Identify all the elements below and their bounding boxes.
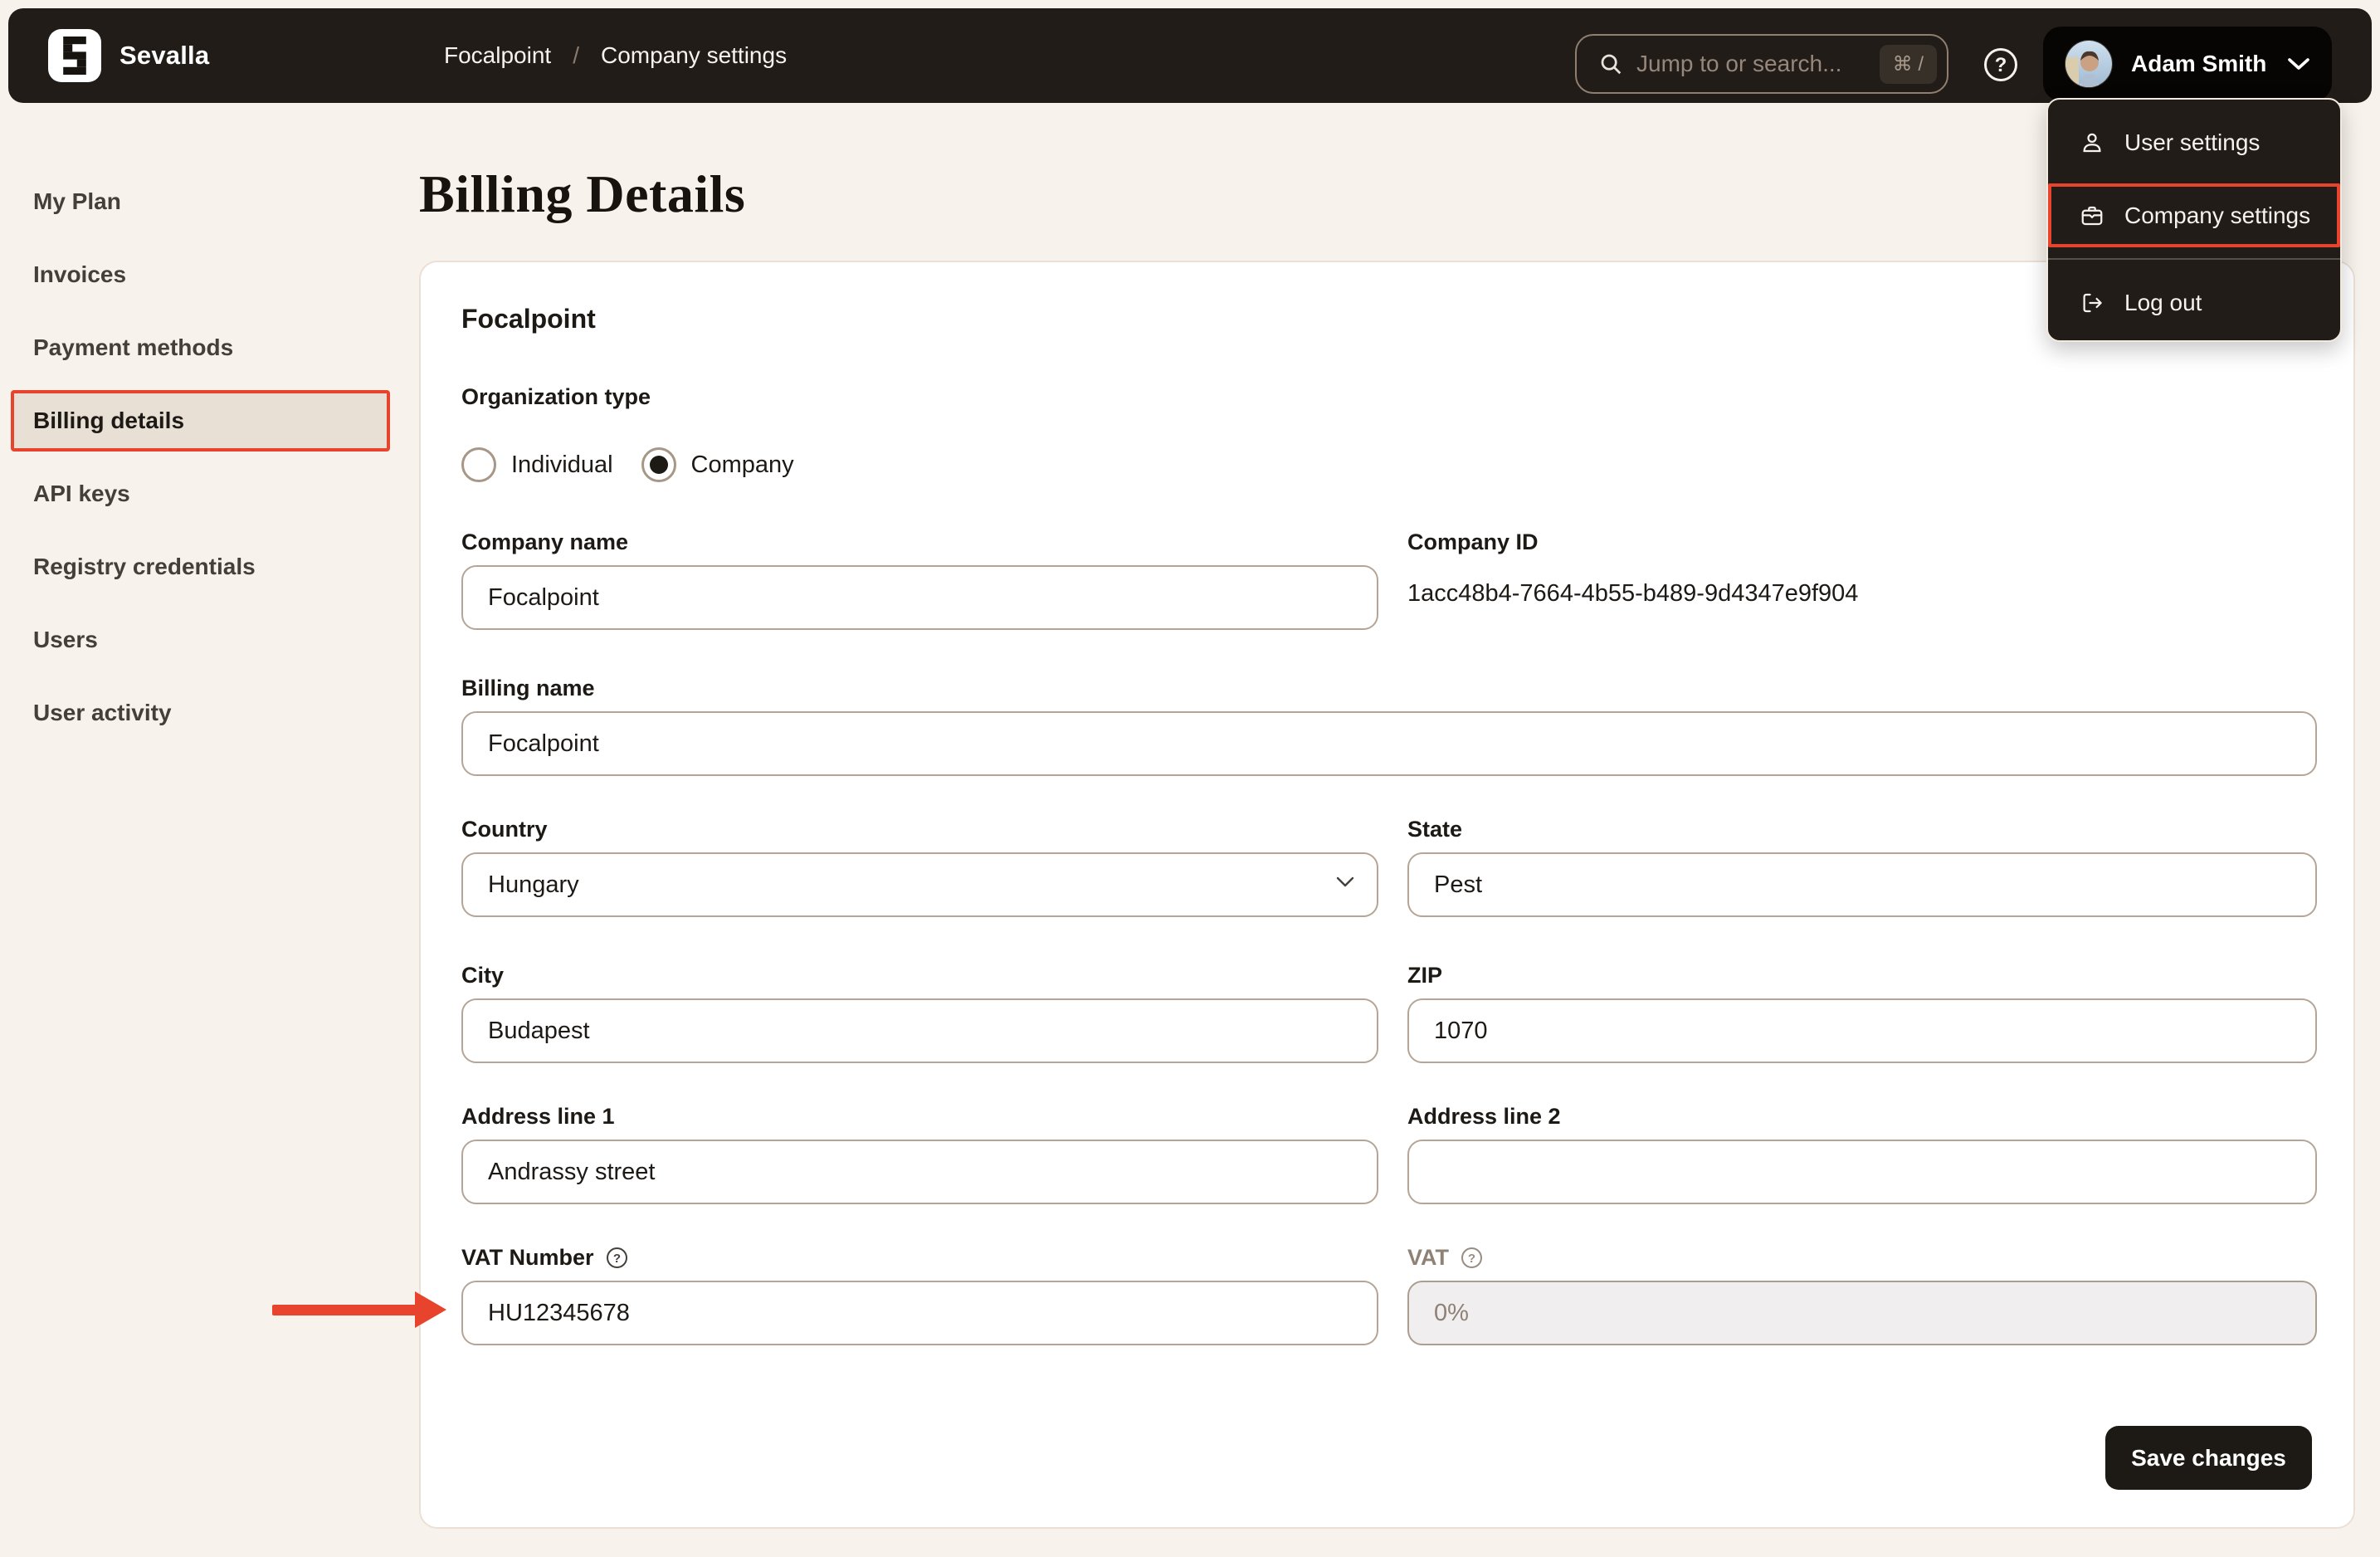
- sidebar-item-billing-details[interactable]: Billing details: [11, 390, 390, 451]
- vat-label: VAT ?: [1407, 1244, 2317, 1271]
- help-icon: ?: [1984, 48, 2017, 81]
- address-line-2-label: Address line 2: [1407, 1103, 1561, 1129]
- logout-icon: [2083, 293, 2102, 313]
- company-id-value: 1acc48b4-7664-4b55-b489-9d4347e9f904: [1407, 580, 1859, 607]
- country-select[interactable]: [461, 852, 1378, 917]
- company-name-input[interactable]: [461, 565, 1378, 630]
- billing-name-field: Billing name: [461, 675, 2317, 776]
- svg-text:?: ?: [612, 1252, 620, 1266]
- organization-type-group: Individual Company: [461, 447, 794, 482]
- breadcrumb-project[interactable]: Focalpoint: [444, 42, 551, 69]
- vat-number-help-icon[interactable]: ?: [606, 1247, 628, 1269]
- user-menu-button[interactable]: Adam Smith: [2043, 27, 2332, 101]
- vat-help-icon[interactable]: ?: [1461, 1247, 1483, 1269]
- radio-individual[interactable]: Individual: [461, 447, 613, 482]
- zip-label: ZIP: [1407, 962, 1443, 988]
- breadcrumb-separator: /: [573, 42, 579, 68]
- state-input[interactable]: [1407, 852, 2317, 917]
- company-name-label: Company name: [461, 529, 629, 554]
- radio-circle-company[interactable]: [641, 447, 676, 482]
- state-label: State: [1407, 816, 1463, 842]
- country-label: Country: [461, 816, 548, 842]
- radio-label-company: Company: [690, 451, 794, 478]
- address-line-1-field: Address line 1: [461, 1103, 1378, 1204]
- user-name: Adam Smith: [2131, 51, 2267, 76]
- breadcrumb: Focalpoint / Company settings: [444, 42, 787, 69]
- menu-item-user-settings[interactable]: User settings: [2048, 108, 2340, 178]
- logo-s-glyph: [63, 37, 86, 75]
- state-field: State: [1407, 816, 2317, 917]
- sidebar-item-my-plan[interactable]: My Plan: [0, 165, 397, 238]
- zip-field: ZIP: [1407, 962, 2317, 1063]
- menu-item-label: Company settings: [2124, 202, 2311, 228]
- zip-input[interactable]: [1407, 998, 2317, 1063]
- billing-name-label: Billing name: [461, 675, 595, 700]
- top-header: Sevalla Focalpoint / Company settings Ju…: [8, 8, 2372, 103]
- address-line-2-field: Address line 2: [1407, 1103, 2317, 1204]
- vat-number-input[interactable]: [461, 1281, 1378, 1345]
- save-changes-button[interactable]: Save changes: [2105, 1426, 2312, 1490]
- chevron-down-icon: [2288, 58, 2309, 70]
- search-shortcut-badge: ⌘ /: [1879, 44, 1937, 84]
- country-field: Country: [461, 816, 1378, 917]
- svg-text:?: ?: [1468, 1252, 1475, 1266]
- menu-item-label: Log out: [2124, 290, 2202, 315]
- vat-input: [1407, 1281, 2317, 1345]
- menu-item-label: User settings: [2124, 129, 2261, 155]
- sidebar-item-invoices[interactable]: Invoices: [0, 238, 397, 311]
- address-line-1-input[interactable]: [461, 1140, 1378, 1204]
- search-placeholder: Jump to or search...: [1636, 51, 1842, 76]
- vat-field: VAT ?: [1407, 1244, 2317, 1345]
- billing-name-input[interactable]: [461, 711, 2317, 776]
- sidebar-item-payment-methods[interactable]: Payment methods: [0, 311, 397, 384]
- svg-text:?: ?: [1995, 54, 2007, 76]
- menu-item-log-out[interactable]: Log out: [2048, 268, 2340, 338]
- address-line-1-label: Address line 1: [461, 1103, 615, 1129]
- annotation-arrow: [272, 1291, 446, 1328]
- search-icon: [1601, 54, 1622, 75]
- company-name-field: Company name: [461, 529, 1378, 630]
- sidebar-item-users[interactable]: Users: [0, 603, 397, 676]
- menu-item-company-settings[interactable]: Company settings: [2048, 183, 2340, 247]
- vat-number-label: VAT Number ?: [461, 1244, 1378, 1271]
- sevalla-logo-icon: [48, 29, 101, 82]
- city-label: City: [461, 962, 505, 988]
- settings-sidebar: My Plan Invoices Payment methods Billing…: [0, 165, 397, 749]
- sidebar-item-user-activity[interactable]: User activity: [0, 676, 397, 749]
- page-title: Billing Details: [419, 164, 746, 223]
- user-dropdown-menu: User settings Company settings Log out: [2046, 98, 2342, 342]
- page-root: Sevalla Focalpoint / Company settings Ju…: [0, 0, 2380, 1557]
- company-heading: Focalpoint: [461, 304, 596, 334]
- user-icon: [2083, 133, 2101, 153]
- company-id-label: Company ID: [1407, 529, 1539, 554]
- vat-number-field: VAT Number ?: [461, 1244, 1378, 1345]
- avatar: [2065, 40, 2113, 88]
- help-button[interactable]: ?: [1983, 47, 2018, 82]
- sidebar-item-api-keys[interactable]: API keys: [0, 457, 397, 530]
- sidebar-item-registry-credentials[interactable]: Registry credentials: [0, 530, 397, 603]
- billing-details-card: Focalpoint Organization type Individual …: [419, 261, 2355, 1529]
- radio-label-individual: Individual: [511, 451, 613, 478]
- briefcase-icon: [2081, 206, 2103, 225]
- radio-company[interactable]: Company: [641, 447, 794, 482]
- brand-name: Sevalla: [119, 41, 210, 70]
- breadcrumb-current: Company settings: [600, 42, 788, 68]
- organization-type-label: Organization type: [461, 384, 651, 409]
- city-field: City: [461, 962, 1378, 1063]
- brand[interactable]: Sevalla: [48, 29, 209, 82]
- radio-circle-individual[interactable]: [461, 447, 496, 482]
- menu-divider: [2048, 258, 2340, 260]
- city-input[interactable]: [461, 998, 1378, 1063]
- company-id-field: Company ID 1acc48b4-7664-4b55-b489-9d434…: [1407, 529, 2317, 608]
- address-line-2-input[interactable]: [1407, 1140, 2317, 1204]
- global-search[interactable]: Jump to or search... ⌘ /: [1575, 34, 1948, 94]
